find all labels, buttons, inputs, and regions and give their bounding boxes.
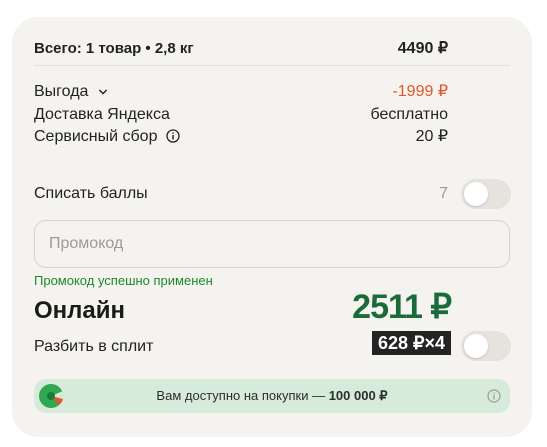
order-total-value: 4490 ₽: [397, 40, 448, 57]
split-toggle[interactable]: [461, 331, 511, 361]
summary-divider: [34, 65, 510, 66]
benefit-value: -1999 ₽: [392, 83, 448, 100]
order-total-label: Всего: 1 товар • 2,8 кг: [34, 40, 194, 57]
info-icon[interactable]: [487, 389, 501, 403]
benefit-label: Выгода: [34, 83, 89, 100]
delivery-value: бесплатно: [370, 106, 449, 123]
toggle-knob: [464, 182, 488, 206]
delivery-label: Доставка Яндекса: [34, 106, 170, 123]
toggle-knob: [464, 334, 488, 358]
banner-amount: 100 000 ₽: [328, 388, 388, 403]
payment-method-label: Онлайн: [34, 297, 126, 324]
chevron-down-icon: [98, 89, 107, 95]
split-limit-banner[interactable]: Вам доступно на покупки — 100 000 ₽: [34, 379, 510, 413]
banner-text-prefix: Вам доступно на покупки —: [156, 388, 329, 403]
info-icon[interactable]: [166, 129, 180, 143]
promo-code-input[interactable]: [34, 220, 510, 268]
points-toggle[interactable]: [461, 179, 511, 209]
checkout-summary-card: Всего: 1 товар • 2,8 кг 4490 ₽ Выгода -1…: [12, 17, 532, 437]
service-fee-label: Сервисный сбор: [34, 128, 158, 145]
service-fee-row: Сервисный сбор: [34, 127, 180, 147]
split-label: Разбить в сплит: [34, 338, 154, 355]
payment-amount: 2511 ₽: [352, 288, 452, 326]
points-label: Списать баллы: [34, 185, 148, 202]
service-fee-value: 20 ₽: [415, 128, 448, 145]
banner-text: Вам доступно на покупки — 100 000 ₽: [34, 388, 510, 404]
promo-success-message: Промокод успешно применен: [34, 273, 213, 288]
points-count: 7: [439, 185, 448, 202]
split-payment-badge: 628 ₽×4: [371, 331, 451, 355]
benefit-toggle[interactable]: Выгода: [34, 82, 107, 102]
